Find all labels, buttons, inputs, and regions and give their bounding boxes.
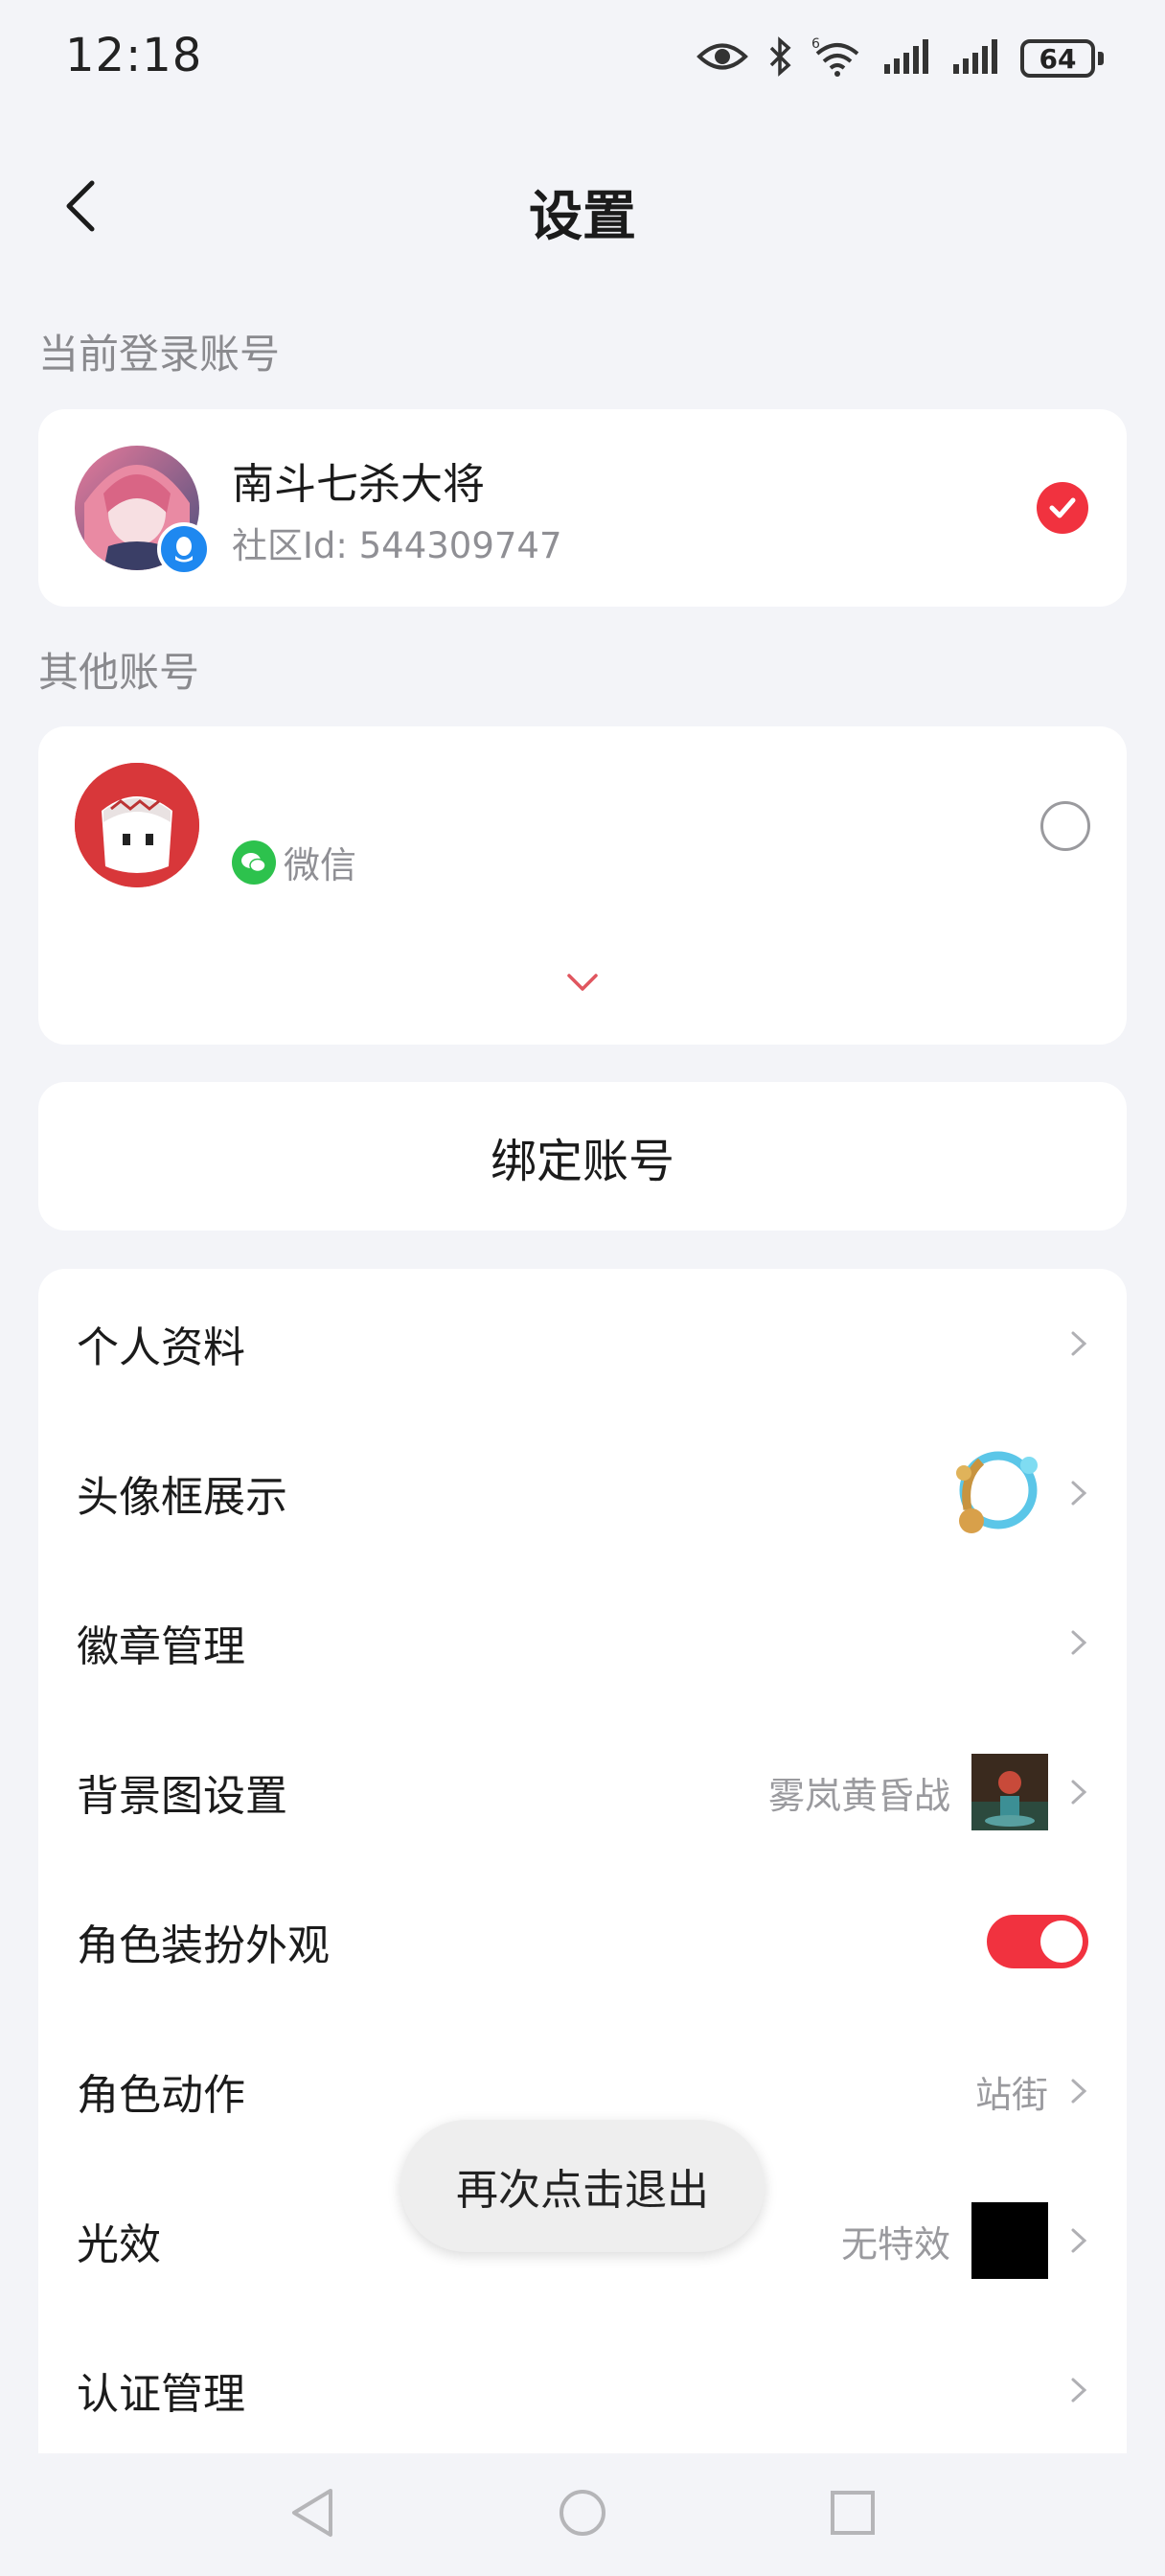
exit-toast: 再次点击退出 [400,2120,765,2252]
wechat-icon [232,840,276,885]
menu-label-avatar-frame: 头像框展示 [77,1473,287,1522]
settings-menu: 个人资料 头像框展示 徽章管理 背景图设置 雾岚黄昏战 角色装扮外观 角色动作 … [38,1269,1127,2496]
chevron-right-icon [1071,1780,1087,1805]
menu-label-background: 背景图设置 [77,1772,287,1821]
wifi-label: 6 [811,36,820,52]
account-id: 社区Id: 544309747 [232,525,562,566]
chevron-right-icon [1071,2378,1087,2403]
eye-icon [697,40,748,77]
page-title: 设置 [529,186,636,248]
status-icons: 6 64 [697,34,1104,82]
menu-label-costume: 角色装扮外观 [77,1921,330,1970]
menu-item-verification[interactable]: 认证管理 [38,2315,1127,2465]
battery-level: 64 [1020,39,1095,78]
nav-recents-button[interactable] [829,2489,877,2541]
system-nav-bar [0,2453,1165,2576]
costume-toggle[interactable] [987,1915,1088,1968]
signal-icon [882,37,932,80]
battery-icon: 64 [1020,39,1104,78]
expand-button[interactable] [563,968,602,997]
chevron-right-icon [1071,1481,1087,1506]
circle-home-icon [560,2490,605,2536]
wechat-tag: 微信 [232,836,356,888]
menu-label-action: 角色动作 [77,2071,245,2120]
other-account-item[interactable]: 微信 [38,726,1127,918]
account-name: 南斗七杀大将 [232,460,485,509]
menu-item-badges[interactable]: 徽章管理 [38,1568,1127,1717]
chevron-down-icon [567,974,598,991]
bind-account-button[interactable]: 绑定账号 [38,1082,1127,1230]
action-value: 站街 [974,2073,1048,2116]
square-recents-icon [831,2491,875,2535]
current-account-card[interactable]: 南斗七杀大将 社区Id: 544309747 [38,409,1127,607]
bluetooth-icon [767,36,792,80]
menu-item-costume: 角色装扮外观 [38,1867,1127,2016]
selected-check-icon [1037,482,1088,534]
background-thumbnail [971,1754,1048,1830]
chevron-right-icon [1071,2228,1087,2253]
nav-back-button[interactable] [288,2487,336,2542]
account-radio[interactable] [1040,801,1090,851]
menu-item-profile[interactable]: 个人资料 [38,1269,1127,1418]
other-accounts-card: 微信 [38,726,1127,1045]
triangle-back-icon [292,2489,332,2537]
light-effect-thumbnail [971,2202,1048,2279]
menu-item-avatar-frame[interactable]: 头像框展示 [38,1418,1127,1568]
current-account-label: 当前登录账号 [38,331,281,378]
menu-label-badges: 徽章管理 [77,1622,245,1671]
wifi-icon: 6 [811,36,863,80]
light-effect-value: 无特效 [840,2222,950,2266]
background-value: 雾岚黄昏战 [767,1774,950,1817]
menu-item-background[interactable]: 背景图设置 雾岚黄昏战 [38,1717,1127,1867]
qq-icon [157,522,211,576]
status-bar: 12:18 6 64 [0,0,1165,120]
menu-label-verification: 认证管理 [77,2370,245,2419]
other-account-avatar [75,763,199,887]
chevron-right-icon [1071,2079,1087,2104]
menu-label-profile: 个人资料 [77,1323,245,1372]
nav-home-button[interactable] [557,2487,608,2542]
signal-icon-2 [951,37,1001,80]
other-accounts-label: 其他账号 [38,649,200,696]
avatar-frame-thumbnail [956,1451,1038,1533]
menu-label-light-effect: 光效 [77,2220,161,2269]
status-time: 12:18 [65,29,203,82]
chevron-right-icon [1071,1331,1087,1356]
header: 设置 [0,158,1165,254]
chevron-right-icon [1071,1630,1087,1655]
wechat-label: 微信 [284,844,357,886]
